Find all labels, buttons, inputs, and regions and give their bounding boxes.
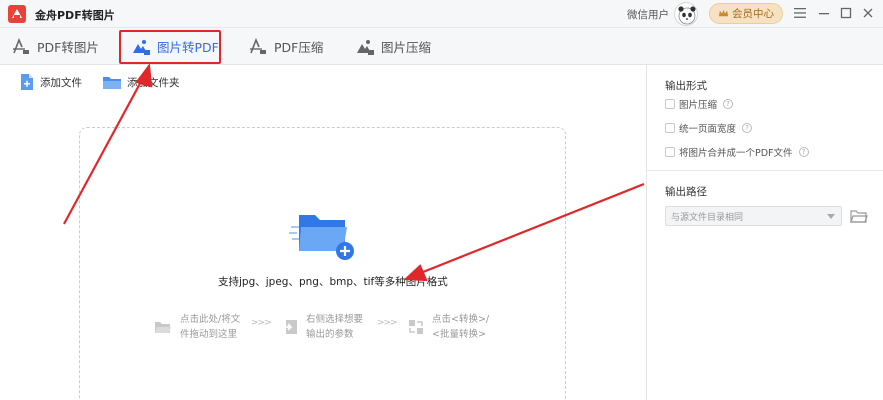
import-icon (283, 320, 297, 334)
step-1: 点击此处/将文 件拖动到这里 (154, 312, 240, 342)
minimize-button[interactable] (815, 4, 833, 22)
title-bar: 金舟PDF转图片 微信用户 会员中心 (0, 0, 883, 28)
step-3: 点击<转换>/ <批量转换> (408, 312, 489, 342)
tab-label: 图片压缩 (381, 40, 432, 55)
tab-label: 图片转PDF (157, 40, 219, 55)
tab-bar: PDF转图片 图片转PDF PDF压缩 图片压缩 (0, 28, 883, 65)
supported-formats-text: 支持jpg、jpeg、png、bmp、tif等多种图片格式 (218, 276, 448, 288)
avatar[interactable] (674, 2, 698, 26)
help-icon[interactable]: ? (723, 99, 734, 109)
tab-image-to-pdf[interactable]: 图片转PDF (131, 28, 219, 65)
tab-label: PDF转图片 (37, 40, 99, 55)
folder-open-icon (155, 322, 171, 333)
tab-pdf-to-image[interactable]: PDF转图片 (11, 28, 99, 65)
browse-folder-icon[interactable] (850, 208, 868, 224)
option-label: 将图片合并成一个PDF文件 (679, 148, 793, 159)
pdf-to-image-icon (13, 37, 29, 54)
member-center-button[interactable]: 会员中心 (709, 3, 783, 24)
option-uniform-width[interactable]: 统一页面宽度 ? (665, 121, 753, 135)
maximize-icon (840, 7, 852, 19)
divider (647, 170, 883, 171)
checkbox[interactable] (665, 99, 675, 109)
step-2: 右侧选择想要 输出的参数 (282, 312, 363, 342)
member-center-label: 会员中心 (732, 8, 774, 20)
close-button[interactable] (859, 4, 877, 22)
help-icon[interactable]: ? (742, 123, 753, 133)
help-icon[interactable]: ? (798, 147, 809, 157)
add-folder-label: 添加文件夹 (127, 76, 180, 89)
add-file-label: 添加文件 (40, 76, 82, 89)
add-folder-large-icon[interactable] (289, 207, 355, 263)
minimize-icon (819, 13, 829, 15)
pdf-compress-icon (250, 37, 266, 54)
option-merge-pdf[interactable]: 将图片合并成一个PDF文件 ? (665, 145, 809, 159)
close-icon (863, 8, 873, 18)
menu-button[interactable] (791, 4, 809, 22)
maximize-button[interactable] (837, 4, 855, 22)
output-path-title: 输出路径 (665, 186, 707, 198)
image-compress-icon (357, 39, 374, 55)
image-to-pdf-icon (133, 39, 150, 55)
app-logo-icon (8, 5, 26, 23)
tab-label: PDF压缩 (274, 40, 324, 55)
crown-icon (718, 9, 729, 17)
user-name[interactable]: 微信用户 (627, 7, 669, 22)
tab-image-compress[interactable]: 图片压缩 (355, 28, 431, 65)
step-text: 右侧选择想要 输出的参数 (306, 314, 364, 340)
checkbox[interactable] (665, 147, 675, 157)
add-folder-button[interactable]: 添加文件夹 (102, 72, 180, 92)
step-separator: >>> (377, 318, 398, 328)
menu-icon (794, 8, 806, 18)
settings-panel (646, 65, 883, 400)
option-label: 统一页面宽度 (679, 124, 737, 135)
checkbox[interactable] (665, 123, 675, 133)
step-text: 点击<转换>/ <批量转换> (432, 314, 490, 340)
step-separator: >>> (251, 318, 272, 328)
output-path-value: 与源文件目录相同 (671, 212, 744, 223)
panda-avatar-icon (678, 6, 696, 25)
option-image-compress[interactable]: 图片压缩 ? (665, 97, 734, 111)
add-folder-icon (103, 77, 121, 89)
add-file-button[interactable]: 添加文件 (19, 72, 82, 92)
app-title: 金舟PDF转图片 (35, 9, 115, 22)
output-format-title: 输出形式 (665, 80, 707, 92)
option-label: 图片压缩 (679, 100, 718, 111)
step-text: 点击此处/将文 件拖动到这里 (180, 314, 241, 340)
chevron-down-icon (827, 214, 835, 219)
output-path-select[interactable]: 与源文件目录相同 (665, 206, 842, 226)
tab-pdf-compress[interactable]: PDF压缩 (248, 28, 323, 65)
file-drop-zone[interactable] (79, 127, 566, 400)
convert-icon (409, 320, 423, 334)
add-file-icon (21, 74, 33, 90)
